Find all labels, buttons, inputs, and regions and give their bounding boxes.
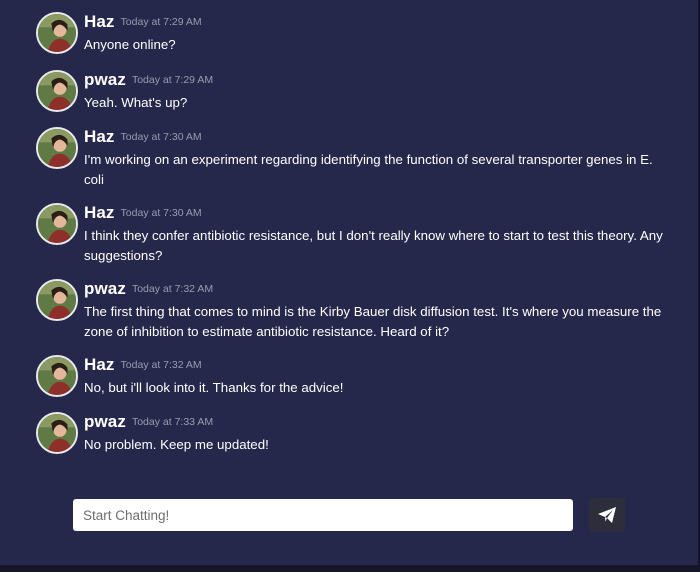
message-text: No problem. Keep me updated! bbox=[84, 437, 269, 452]
message-text: I think they confer antibiotic resistanc… bbox=[84, 228, 663, 263]
avatar[interactable] bbox=[36, 70, 78, 112]
message-composer bbox=[73, 499, 573, 531]
avatar[interactable] bbox=[36, 412, 78, 454]
timestamp: Today at 7:30 AM bbox=[120, 207, 202, 219]
avatar[interactable] bbox=[36, 203, 78, 245]
username[interactable]: pwaz bbox=[84, 412, 126, 431]
timestamp: Today at 7:29 AM bbox=[120, 16, 202, 28]
timestamp: Today at 7:33 AM bbox=[131, 416, 214, 428]
paper-plane-icon bbox=[598, 507, 616, 523]
username[interactable]: Haz bbox=[84, 127, 115, 146]
username[interactable]: Haz bbox=[84, 355, 115, 374]
send-button[interactable] bbox=[589, 498, 625, 532]
timestamp: Today at 7:29 AM bbox=[131, 74, 214, 86]
avatar[interactable] bbox=[36, 12, 78, 54]
chat-input[interactable] bbox=[73, 499, 573, 531]
message-text: Yeah. What's up? bbox=[84, 95, 188, 110]
message-text: No, but i'll look into it. Thanks for th… bbox=[84, 380, 344, 395]
avatar[interactable] bbox=[36, 127, 78, 169]
message-text: I'm working on an experiment regarding i… bbox=[84, 152, 653, 187]
avatar[interactable] bbox=[36, 279, 78, 321]
timestamp: Today at 7:32 AM bbox=[120, 359, 202, 371]
avatar[interactable] bbox=[36, 355, 78, 397]
username[interactable]: Haz bbox=[84, 12, 115, 31]
message-text: The first thing that comes to mind is th… bbox=[84, 304, 662, 339]
chat-window: Haz Today at 7:29 AM Anyone online? pwaz T… bbox=[0, 0, 700, 572]
timestamp: Today at 7:30 AM bbox=[120, 131, 202, 143]
username[interactable]: Haz bbox=[84, 203, 115, 222]
username[interactable]: pwaz bbox=[84, 70, 126, 89]
message-text: Anyone online? bbox=[84, 37, 176, 52]
timestamp: Today at 7:32 AM bbox=[131, 283, 214, 295]
username[interactable]: pwaz bbox=[84, 279, 126, 298]
